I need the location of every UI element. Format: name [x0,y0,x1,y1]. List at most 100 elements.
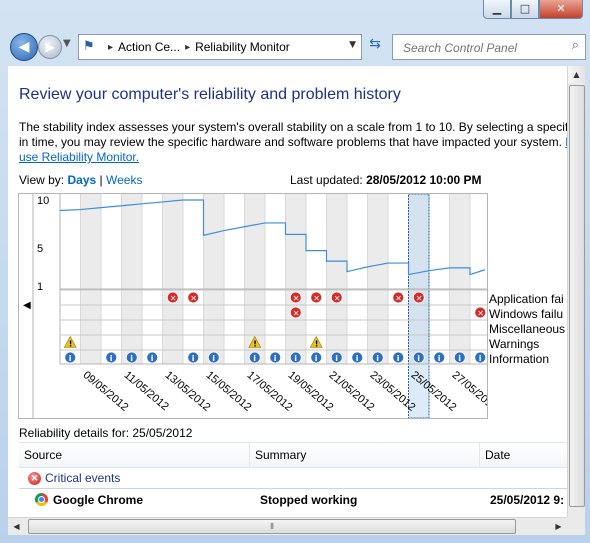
information-icon-glyph: i [192,354,195,363]
information-icon-glyph: i [151,354,154,363]
close-button[interactable]: ✕ [539,0,583,19]
navigation-bar: ◀ ▶ ▼ ⚑ ▸ Action Ce... ▸ Reliability Mon… [6,30,586,62]
information-icon-glyph: i [315,354,318,363]
forward-arrow-icon[interactable]: ▶ [38,35,62,59]
day-column-shade [80,194,101,364]
table-row[interactable]: Google Chrome Stopped working 25/05/2012… [19,489,567,511]
window-controls: ▁ □ ✕ [483,0,583,19]
day-column-shade [449,194,470,364]
information-icon-glyph: i [110,354,113,363]
y-tick-label: 5 [37,243,43,255]
vertical-scrollbar[interactable]: ▲ ▼ [567,66,585,535]
application-failure-icon-glyph: ✕ [170,294,177,303]
page-description: The stability index assesses your system… [19,120,567,165]
column-header-source[interactable]: Source [19,443,250,467]
day-column-shade [121,194,142,364]
application-failure-icon-glyph: ✕ [334,294,341,303]
breadcrumb-chevron-icon[interactable]: ▸ [185,42,190,53]
information-icon-glyph: i [417,354,420,363]
scroll-up-arrow-icon[interactable]: ▲ [568,66,585,83]
description-line-2: in time, you may review the specific har… [19,135,562,149]
view-by-selector: View by: Days | Weeks [19,173,142,187]
search-box[interactable]: ⌕ [392,34,586,60]
application-failure-icon-glyph: ✕ [313,294,320,303]
group-label: Critical events [45,471,121,485]
description-line-1: The stability index assesses your system… [19,120,567,134]
help-link[interactable]: use Reliability Monitor. [19,150,139,164]
application-failure-icon-glyph: ✕ [190,294,197,303]
scrollbar-corner [567,517,585,535]
reliability-details-heading: Reliability details for: 25/05/2012 [19,426,193,440]
action-center-flag-icon: ⚑ [83,39,95,54]
search-input[interactable] [401,40,565,56]
information-icon-glyph: i [253,354,256,363]
information-icon-glyph: i [376,354,379,363]
breadcrumb-reliability-monitor[interactable]: Reliability Monitor [195,40,290,54]
scroll-right-arrow-icon[interactable]: ▶ [550,518,567,535]
information-icon-glyph: i [69,354,72,363]
legend-information: Information [489,352,550,366]
minimize-button[interactable]: ▁ [483,0,511,19]
legend-miscellaneous: Miscellaneous [489,322,566,336]
information-icon-glyph: i [356,354,359,363]
y-tick-label: 10 [37,195,49,207]
application-failure-icon-glyph: ✕ [395,294,402,303]
row-date: 25/05/2012 9: [490,493,565,507]
reliability-chart-svg[interactable]: ◀1051✕ ✕ ✕ ✕ ✕ ✕ ✕✕ ✕!! !i i i i i i i i i i i i i i i i i i09/05… [19,193,499,419]
critical-error-icon: ✕ [28,471,41,485]
day-column-shade [326,194,347,364]
last-updated-label: Last updated: [290,173,363,187]
address-bar[interactable]: ⚑ ▸ Action Ce... ▸ Reliability Monitor ▼ [78,34,362,60]
day-column-shade [285,194,306,364]
breadcrumb-chevron-icon[interactable]: ▸ [108,42,113,53]
address-dropdown-icon[interactable]: ▼ [349,40,356,50]
view-days-link[interactable]: Days [67,173,96,187]
vertical-scroll-thumb[interactable] [569,85,585,507]
breadcrumb-action-center[interactable]: Action Ce... [118,40,180,54]
last-updated-value: 28/05/2012 10:00 PM [366,173,482,187]
row-source: Google Chrome [53,493,144,507]
information-icon-glyph: i [438,354,441,363]
day-column-shade [162,194,183,364]
reliability-chart[interactable]: ◀ 10 5 1 ✕ ✕ ✕ ✕ ✕ ✕ ✕ ✕ ✕!!! i i i i i i i i i i i i i i i i i i 09/05… [18,193,499,419]
information-icon-glyph: i [212,354,215,363]
warning-icon-glyph: ! [69,340,73,349]
view-separator: | [99,173,103,187]
warning-icon-glyph: ! [315,340,319,349]
maximize-button[interactable]: □ [511,0,539,19]
application-failure-icon-glyph: ✕ [293,294,300,303]
y-tick-label: 1 [37,281,43,293]
refresh-icon[interactable]: ⇆ [364,36,386,56]
windows-failure-icon-glyph: ✕ [293,309,300,318]
chrome-icon [35,493,48,506]
page-title: Review your computer's reliability and p… [19,86,401,103]
chart-legend: Application fai Windows failu Miscellane… [489,292,565,367]
table-header: Source Summary Date [19,442,567,468]
scroll-left-arrow-icon[interactable]: ◀ [8,518,25,535]
warning-icon-glyph: ! [253,340,257,349]
column-header-date[interactable]: Date [480,443,567,467]
information-icon-glyph: i [397,354,400,363]
recent-pages-dropdown-icon[interactable]: ▼ [63,38,71,49]
application-failure-icon-glyph: ✕ [416,294,423,303]
view-weeks-link[interactable]: Weeks [106,173,142,187]
view-by-label: View by: [19,173,65,187]
information-icon-glyph: i [294,354,297,363]
x-tick-label: 11/05/2012 [122,369,171,413]
legend-windows-failures: Windows failu [489,307,564,321]
information-icon-glyph: i [130,354,133,363]
search-icon[interactable]: ⌕ [572,38,579,53]
horizontal-scrollbar[interactable]: ◀ ⦀ ▶ [8,517,567,535]
back-arrow-icon[interactable]: ◀ [10,33,38,61]
day-column-shade [367,194,388,364]
information-icon-glyph: i [335,354,338,363]
legend-application-failures: Application fai [489,292,564,306]
day-column-shade [203,194,224,364]
reliability-details-table: Source Summary Date ✕ Critical events Go… [19,442,567,511]
main-content: Review your computer's reliability and p… [8,66,567,535]
horizontal-scroll-thumb[interactable]: ⦀ [28,519,516,534]
chart-scroll-left-arrow-icon[interactable]: ◀ [23,300,31,311]
column-header-summary[interactable]: Summary [250,443,480,467]
group-critical-events[interactable]: ✕ Critical events [19,468,567,489]
last-updated: Last updated: 28/05/2012 10:00 PM [290,173,482,187]
